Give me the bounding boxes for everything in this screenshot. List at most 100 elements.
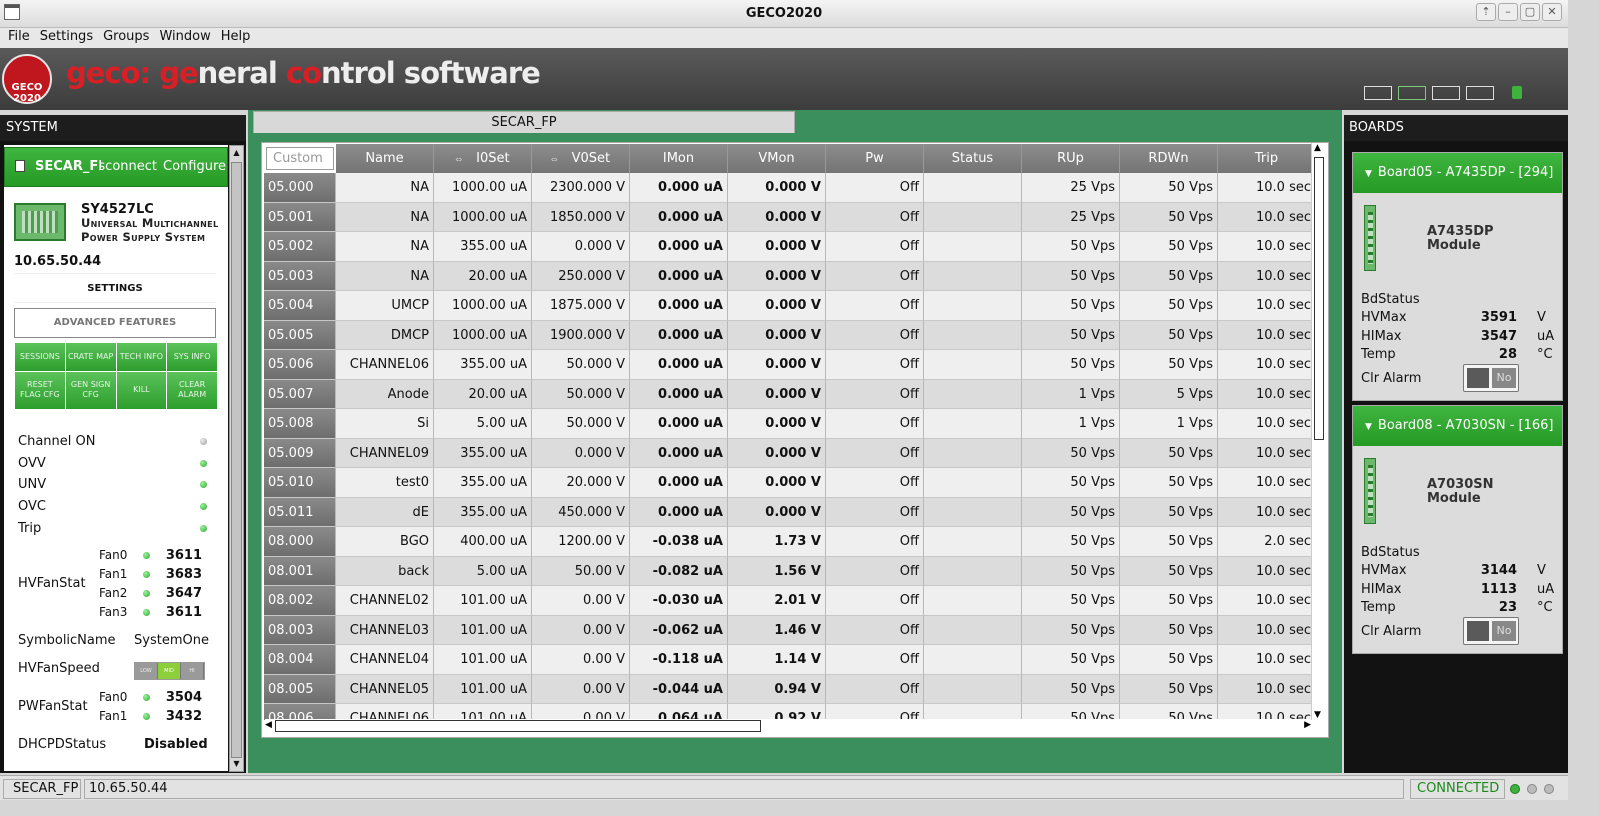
menu-file[interactable]: File (3, 28, 35, 48)
table-cell[interactable]: 0.92 V (728, 704, 826, 720)
table-cell[interactable]: 50 Vps (1022, 350, 1120, 380)
table-cell[interactable]: Si (336, 409, 434, 439)
table-cell[interactable]: 0.000 V (728, 173, 826, 203)
close-icon[interactable]: ✕ (1542, 3, 1562, 21)
table-cell[interactable]: Off (826, 202, 924, 232)
table-cell[interactable]: NA (336, 261, 434, 291)
table-cell[interactable] (924, 615, 1022, 645)
table-cell[interactable] (924, 527, 1022, 557)
settings-button[interactable]: SETTINGS (14, 273, 216, 303)
table-cell[interactable]: CHANNEL06 (336, 704, 434, 720)
table-cell[interactable]: 10.0 sec (1218, 261, 1311, 291)
table-row[interactable]: 08.001 back 5.00 uA 50.00 V -0.082 uA 1.56 VO… (264, 556, 1311, 586)
table-cell[interactable]: 50 Vps (1022, 497, 1120, 527)
table-cell[interactable]: 10.0 sec (1218, 556, 1311, 586)
table-cell[interactable]: 355.00 uA (434, 350, 532, 380)
column-header-pw[interactable]: Pw (826, 144, 924, 173)
table-row[interactable]: 08.005 CHANNEL05 101.00 uA 0.00 V -0.044 uA 0… (264, 674, 1311, 704)
table-cell[interactable]: 5.00 uA (434, 409, 532, 439)
table-cell[interactable]: 1850.000 V (532, 202, 630, 232)
table-cell[interactable]: 0.000 uA (630, 173, 728, 203)
table-cell[interactable]: 50 Vps (1022, 674, 1120, 704)
table-cell[interactable] (924, 704, 1022, 720)
table-cell[interactable]: 1 Vps (1120, 409, 1218, 439)
table-cell[interactable]: 0.00 V (532, 645, 630, 675)
table-cell[interactable]: Off (826, 497, 924, 527)
sessions-button[interactable]: SESSIONS (15, 343, 65, 371)
table-cell[interactable]: test0 (336, 468, 434, 498)
scroll-down-icon[interactable]: ▼ (1314, 710, 1321, 720)
table-cell[interactable]: 25 Vps (1022, 202, 1120, 232)
table-row[interactable]: 05.005 DMCP 1000.00 uA 1900.000 V 0.000 uA 0.… (264, 320, 1311, 350)
table-cell[interactable]: 50 Vps (1022, 704, 1120, 720)
table-cell[interactable]: Off (826, 645, 924, 675)
table-cell[interactable]: 2.01 V (728, 586, 826, 616)
lock-icon[interactable] (1512, 86, 1522, 99)
table-cell[interactable]: 50 Vps (1120, 674, 1218, 704)
table-cell[interactable]: 0.064 uA (630, 704, 728, 720)
table-cell[interactable]: 1000.00 uA (434, 173, 532, 203)
system-panel-scrollbar[interactable]: ▲ ▼ (229, 145, 244, 772)
table-cell[interactable] (924, 173, 1022, 203)
clear-alarm-button[interactable]: CLEAR ALARM (167, 371, 217, 409)
table-cell[interactable]: 0.000 uA (630, 291, 728, 321)
table-cell[interactable]: 1 Vps (1022, 409, 1120, 439)
table-cell[interactable]: Off (826, 409, 924, 439)
table-cell[interactable]: CHANNEL09 (336, 438, 434, 468)
table-cell[interactable]: Off (826, 291, 924, 321)
expand-triangle-icon[interactable]: ▼ (1365, 169, 1372, 179)
sys-info-button[interactable]: SYS INFO (167, 343, 217, 371)
table-cell[interactable]: Anode (336, 379, 434, 409)
table-cell[interactable] (924, 438, 1022, 468)
table-row[interactable]: 05.008 Si 5.00 uA 50.000 V 0.000 uA 0.000 V Of… (264, 409, 1311, 439)
table-cell[interactable]: CHANNEL06 (336, 350, 434, 380)
table-cell[interactable]: UMCP (336, 291, 434, 321)
table-cell[interactable]: Off (826, 350, 924, 380)
table-cell[interactable]: -0.082 uA (630, 556, 728, 586)
table-cell[interactable]: Off (826, 556, 924, 586)
table-cell[interactable]: 0.000 V (728, 350, 826, 380)
table-cell[interactable]: Off (826, 261, 924, 291)
layout-single-icon[interactable] (1364, 86, 1392, 100)
horizontal-scroll-thumb[interactable] (275, 720, 761, 732)
tab-secar-fp[interactable]: SECAR_FP (253, 111, 795, 133)
shade-icon[interactable]: ⇡ (1476, 3, 1496, 21)
table-cell[interactable]: 1.56 V (728, 556, 826, 586)
board-header[interactable]: ▼ Board08 - A7030SN - [166] (1353, 406, 1562, 446)
table-cell[interactable]: 50 Vps (1022, 468, 1120, 498)
table-row[interactable]: 05.003 NA 20.00 uA 250.000 V 0.000 uA 0.000 V… (264, 261, 1311, 291)
table-cell[interactable]: 50 Vps (1120, 202, 1218, 232)
table-cell[interactable]: CHANNEL05 (336, 674, 434, 704)
table-cell[interactable]: 0.000 V (728, 409, 826, 439)
vertical-scroll-thumb[interactable] (1314, 157, 1324, 440)
table-cell[interactable]: 50 Vps (1022, 586, 1120, 616)
table-cell[interactable]: 0.000 uA (630, 409, 728, 439)
advanced-features-button[interactable]: ADVANCED FEATURES (14, 308, 216, 338)
column-header-imon[interactable]: IMon (630, 144, 728, 173)
table-cell[interactable]: 101.00 uA (434, 704, 532, 720)
layout-left-icon[interactable] (1432, 86, 1460, 100)
table-cell[interactable]: 0.000 V (728, 232, 826, 262)
clr-alarm-toggle[interactable]: No (1463, 617, 1519, 645)
table-cell[interactable]: 50 Vps (1120, 497, 1218, 527)
board-header[interactable]: ▼ Board05 - A7435DP - [294] (1353, 153, 1562, 193)
table-cell[interactable]: 1000.00 uA (434, 202, 532, 232)
table-cell[interactable]: Off (826, 527, 924, 557)
table-cell[interactable]: 0.000 V (728, 438, 826, 468)
table-cell[interactable]: 0.000 uA (630, 232, 728, 262)
column-header-trip[interactable]: Trip (1218, 144, 1316, 173)
table-cell[interactable]: CHANNEL03 (336, 615, 434, 645)
table-cell[interactable]: 0.000 V (728, 468, 826, 498)
table-cell[interactable]: Off (826, 438, 924, 468)
table-cell[interactable]: 0.000 uA (630, 497, 728, 527)
scroll-thumb[interactable] (231, 162, 242, 758)
hvfanspeed-hi-button[interactable]: HI (181, 663, 204, 679)
table-cell[interactable]: 0.94 V (728, 674, 826, 704)
table-cell[interactable]: 0.000 uA (630, 202, 728, 232)
table-cell[interactable]: Off (826, 615, 924, 645)
table-cell[interactable]: 5.00 uA (434, 556, 532, 586)
table-cell[interactable]: 355.00 uA (434, 497, 532, 527)
table-cell[interactable]: 0.000 V (728, 291, 826, 321)
table-cell[interactable] (924, 645, 1022, 675)
layout-split-icon[interactable] (1398, 86, 1426, 100)
